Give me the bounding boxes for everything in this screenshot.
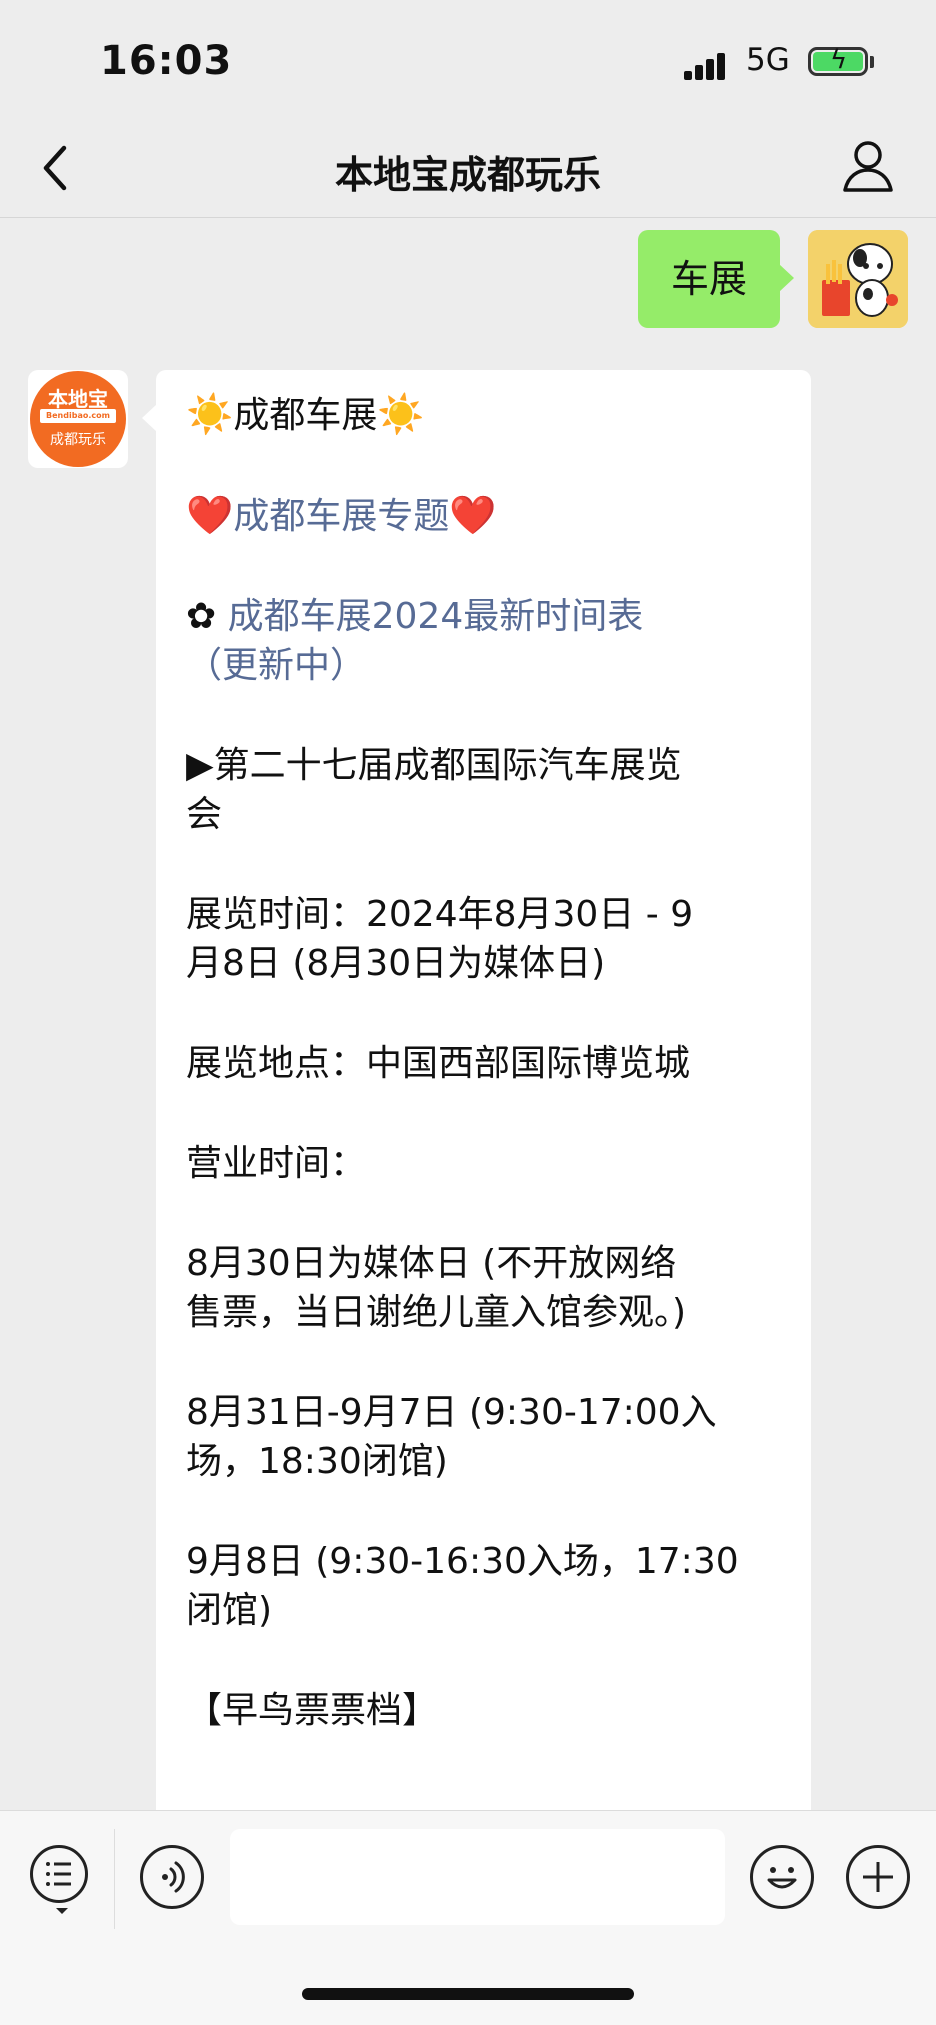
message-line-title: ☀️成都车展☀️: [186, 390, 781, 440]
message-line-event-name: ▶第二十七届成都国际汽车展览: [186, 745, 682, 786]
menu-button[interactable]: [30, 1845, 88, 1914]
message-line-topic: ❤️成都车展专题❤️: [186, 491, 781, 541]
message-line-dates-cont: 月8日 (8月30日为媒体日): [186, 943, 606, 984]
home-indicator[interactable]: [302, 1988, 634, 2000]
profile-button[interactable]: [838, 136, 898, 196]
status-time: 16:03: [100, 38, 233, 84]
message-line-schedule: ✿ 成都车展2024最新时间表: [186, 592, 781, 641]
message-line-early-bird: 【早鸟票票档】: [186, 1690, 439, 1731]
list-menu-icon: [46, 1862, 71, 1886]
message-line-last-day: 9月8日 (9:30-16:30入场，17:30: [186, 1541, 739, 1582]
battery-fill: ϟ: [813, 47, 863, 73]
message-input[interactable]: [230, 1829, 725, 1925]
voice-button[interactable]: [140, 1845, 204, 1909]
battery-nub: [870, 56, 874, 68]
message-line-venue: 展览地点：中国西部国际博览城: [186, 1043, 691, 1084]
sun-icon: ☀️: [377, 392, 425, 436]
message-line-last-day-cont: 闭馆): [186, 1590, 273, 1631]
signal-icon: [684, 50, 734, 80]
logo-text: 本地宝: [48, 387, 108, 411]
message-heading: 成都车展: [233, 395, 378, 436]
message-line-hours-label: 营业时间：: [186, 1143, 367, 1184]
network-label: 5G: [746, 42, 790, 78]
logo-band: Bendibao.com: [40, 409, 116, 423]
heart-icon: ❤️: [186, 493, 234, 537]
bot-message-bubble[interactable]: ☀️成都车展☀️ ❤️成都车展专题❤️ ✿ 成都车展2024最新时间表 （更新中…: [142, 370, 811, 1810]
message-line-event-name-cont: 会: [186, 794, 223, 835]
battery-icon: ϟ: [808, 47, 868, 76]
schedule-link[interactable]: 成都车展2024最新时间表: [228, 596, 644, 637]
plus-icon: [863, 1862, 893, 1892]
logo-band-text: Bendibao.com: [46, 411, 110, 420]
user-avatar[interactable]: [808, 230, 908, 328]
message-line-schedule-cont: （更新中）: [186, 641, 781, 690]
person-icon: [843, 141, 893, 192]
topic-link[interactable]: 成都车展专题: [233, 496, 449, 537]
voice-icon: [162, 1861, 185, 1893]
chat-area[interactable]: 车展 本地宝 Bendibao.com 成都玩乐 ☀️成都车展☀️ ❤️成都车展…: [0, 218, 936, 1810]
message-line-regular-hours: 8月31日-9月7日 (9:30-17:00入: [186, 1392, 717, 1433]
cartoon-avatar-icon: [808, 230, 908, 328]
bendibao-logo: 本地宝 Bendibao.com 成都玩乐: [30, 371, 126, 467]
message-line-regular-hours-cont: 场，18:30闭馆): [186, 1441, 448, 1482]
logo-name: 成都玩乐: [50, 432, 106, 448]
user-message-bubble[interactable]: 车展: [638, 230, 794, 328]
nav-bar: 本地宝成都玩乐: [0, 120, 936, 218]
sun-icon: ☀️: [186, 392, 234, 436]
flower-icon: ✿: [186, 596, 217, 637]
schedule-link-suffix[interactable]: （更新中）: [186, 645, 366, 686]
message-line-dates: 展览时间：2024年8月30日 - 9: [186, 894, 694, 935]
message-line-media-day-cont: 售票，当日谢绝儿童入馆参观。): [186, 1292, 687, 1333]
emoji-button[interactable]: [750, 1845, 814, 1909]
input-divider: [114, 1829, 115, 1929]
status-bar: 16:03 5G ϟ: [0, 0, 936, 120]
heart-icon: ❤️: [449, 493, 497, 537]
bot-avatar[interactable]: 本地宝 Bendibao.com 成都玩乐: [28, 370, 128, 468]
plus-button[interactable]: [846, 1845, 910, 1909]
message-line-media-day: 8月30日为媒体日 (不开放网络: [186, 1243, 677, 1284]
smile-icon: [767, 1867, 797, 1889]
page-title: 本地宝成都玩乐: [334, 153, 601, 197]
